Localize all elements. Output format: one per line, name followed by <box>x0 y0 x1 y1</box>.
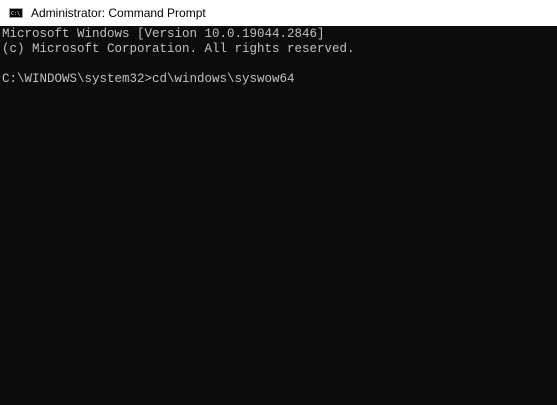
window-title: Administrator: Command Prompt <box>31 6 206 20</box>
svg-text:C:\: C:\ <box>11 11 20 16</box>
title-bar[interactable]: C:\ Administrator: Command Prompt <box>0 0 557 26</box>
cmd-icon: C:\ <box>9 8 23 18</box>
console-line-version: Microsoft Windows [Version 10.0.19044.28… <box>2 27 325 41</box>
console-prompt-line[interactable]: C:\WINDOWS\system32>cd\windows\syswow64 <box>2 72 557 86</box>
console-output[interactable]: Microsoft Windows [Version 10.0.19044.28… <box>0 26 557 405</box>
console-line-copyright: (c) Microsoft Corporation. All rights re… <box>2 42 355 56</box>
command-prompt-window: C:\ Administrator: Command Prompt Micros… <box>0 0 557 405</box>
